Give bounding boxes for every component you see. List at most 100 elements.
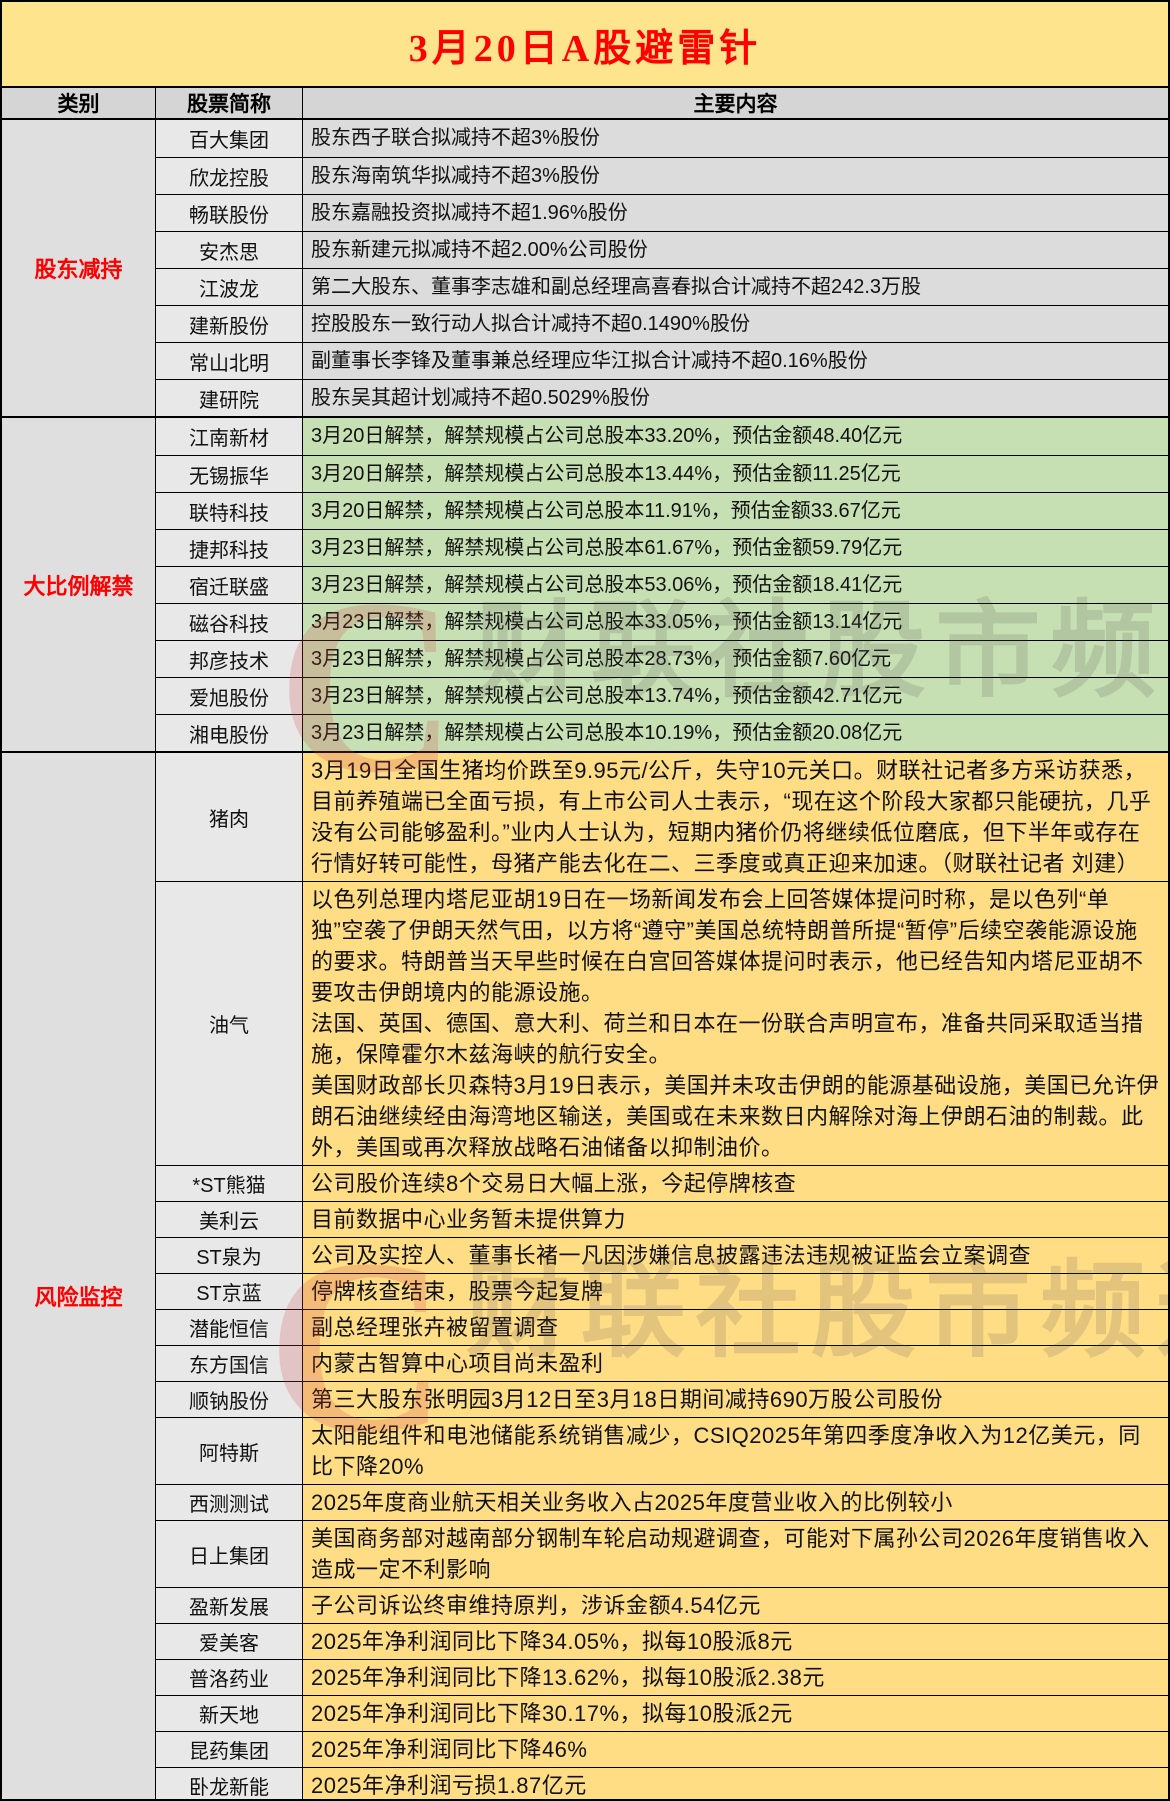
section-rows: 百大集团 股东西子联合拟减持不超3%股份 欣龙控股 股东海南筑华拟减持不超3%股份 畅联… — [156, 120, 1168, 416]
content-cell: 股东嘉融投资拟减持不超1.96%股份 — [303, 195, 1168, 231]
stock-name-cell: 盈新发展 — [156, 1588, 303, 1623]
stock-name-cell: 江南新材 — [156, 418, 303, 455]
table-row: 爱美客 2025年净利润同比下降34.05%，拟每10股派8元 — [156, 1623, 1168, 1659]
content-cell: 2025年度商业航天相关业务收入占2025年度营业收入的比例较小 — [303, 1485, 1168, 1520]
section: 风险监控 猪肉 3月19日全国生猪均价跌至9.95元/公斤，失守10元关口。财联社记… — [2, 753, 1168, 1799]
table-row: 卧龙新能 2025年净利润亏损1.87亿元 — [156, 1767, 1168, 1799]
stock-name-cell: 联特科技 — [156, 493, 303, 529]
stock-name-cell: 建新股份 — [156, 306, 303, 342]
table-row: 磁谷科技 3月23日解禁，解禁规模占公司总股本33.05%，预估金额13.14亿元 — [156, 603, 1168, 640]
stock-name-cell: 常山北明 — [156, 343, 303, 379]
content-cell: 美国商务部对越南部分钢制车轮启动规避调查，可能对下属孙公司2026年度销售收入造… — [303, 1521, 1168, 1587]
table-row: 建研院 股东吴其超计划减持不超0.5029%股份 — [156, 379, 1168, 416]
content-cell: 停牌核查结束，股票今起复牌 — [303, 1274, 1168, 1309]
table-row: 阿特斯 太阳能组件和电池储能系统销售减少，CSIQ2025年第四季度净收入为12亿… — [156, 1417, 1168, 1484]
stock-name-cell: 昆药集团 — [156, 1732, 303, 1767]
table-row: 畅联股份 股东嘉融投资拟减持不超1.96%股份 — [156, 194, 1168, 231]
stock-name-cell: 江波龙 — [156, 269, 303, 305]
table-row: 盈新发展 子公司诉讼终审维持原判，涉诉金额4.54亿元 — [156, 1587, 1168, 1623]
stock-name-cell: 无锡振华 — [156, 456, 303, 492]
category-cell: 大比例解禁 — [2, 418, 156, 751]
header-stock: 股票简称 — [156, 88, 303, 118]
content-cell: 第二大股东、董事李志雄和副总经理高喜春拟合计减持不超242.3万股 — [303, 269, 1168, 305]
table-header: 类别 股票简称 主要内容 — [2, 88, 1168, 120]
content-cell: 公司股价连续8个交易日大幅上涨，今起停牌核查 — [303, 1166, 1168, 1201]
table-row: 宿迁联盛 3月23日解禁，解禁规模占公司总股本53.06%，预估金额18.41亿元 — [156, 566, 1168, 603]
table-row: 江南新材 3月20日解禁，解禁规模占公司总股本33.20%，预估金额48.40亿元 — [156, 418, 1168, 455]
content-cell: 股东新建元拟减持不超2.00%公司股份 — [303, 232, 1168, 268]
content-cell: 2025年净利润同比下降34.05%，拟每10股派8元 — [303, 1624, 1168, 1659]
content-cell: 副总经理张卉被留置调查 — [303, 1310, 1168, 1345]
stock-name-cell: ST京蓝 — [156, 1274, 303, 1309]
content-cell: 太阳能组件和电池储能系统销售减少，CSIQ2025年第四季度净收入为12亿美元，… — [303, 1418, 1168, 1484]
stock-name-cell: 潜能恒信 — [156, 1310, 303, 1345]
content-cell: 副董事长李锋及董事兼总经理应华江拟合计减持不超0.16%股份 — [303, 343, 1168, 379]
content-cell: 3月19日全国生猪均价跌至9.95元/公斤，失守10元关口。财联社记者多方采访获… — [303, 753, 1168, 881]
table-row: 湘电股份 3月23日解禁，解禁规模占公司总股本10.19%，预估金额20.08亿元 — [156, 714, 1168, 751]
section-rows: 猪肉 3月19日全国生猪均价跌至9.95元/公斤，失守10元关口。财联社记者多方采… — [156, 753, 1168, 1799]
content-cell: 2025年净利润同比下降13.62%，拟每10股派2.38元 — [303, 1660, 1168, 1695]
table-row: 东方国信 内蒙古智算中心项目尚未盈利 — [156, 1345, 1168, 1381]
table-row: 猪肉 3月19日全国生猪均价跌至9.95元/公斤，失守10元关口。财联社记者多方采… — [156, 753, 1168, 881]
content-cell: 3月23日解禁，解禁规模占公司总股本61.67%，预估金额59.79亿元 — [303, 530, 1168, 566]
stock-name-cell: 宿迁联盛 — [156, 567, 303, 603]
table-row: 西测测试 2025年度商业航天相关业务收入占2025年度营业收入的比例较小 — [156, 1484, 1168, 1520]
stock-name-cell: 邦彦技术 — [156, 641, 303, 677]
content-cell: 3月23日解禁，解禁规模占公司总股本33.05%，预估金额13.14亿元 — [303, 604, 1168, 640]
stock-name-cell: 顺钠股份 — [156, 1382, 303, 1417]
content-cell: 2025年净利润同比下降30.17%，拟每10股派2元 — [303, 1696, 1168, 1731]
stock-name-cell: 湘电股份 — [156, 715, 303, 751]
table-row: 百大集团 股东西子联合拟减持不超3%股份 — [156, 120, 1168, 157]
stock-name-cell: 建研院 — [156, 380, 303, 416]
table-row: 常山北明 副董事长李锋及董事兼总经理应华江拟合计减持不超0.16%股份 — [156, 342, 1168, 379]
stock-name-cell: *ST熊猫 — [156, 1166, 303, 1201]
section: 股东减持 百大集团 股东西子联合拟减持不超3%股份 欣龙控股 股东海南筑华拟减持不超3%… — [2, 120, 1168, 418]
table-body: 股东减持 百大集团 股东西子联合拟减持不超3%股份 欣龙控股 股东海南筑华拟减持不超3%… — [2, 120, 1168, 1799]
content-cell: 3月20日解禁，解禁规模占公司总股本13.44%，预估金额11.25亿元 — [303, 456, 1168, 492]
content-cell: 股东西子联合拟减持不超3%股份 — [303, 120, 1168, 157]
table-row: 江波龙 第二大股东、董事李志雄和副总经理高喜春拟合计减持不超242.3万股 — [156, 268, 1168, 305]
risk-alert-table: 3月20日A股避雷针 类别 股票简称 主要内容 股东减持 百大集团 股东西子联合拟减… — [0, 0, 1170, 1801]
table-row: 无锡振华 3月20日解禁，解禁规模占公司总股本13.44%，预估金额11.25亿元 — [156, 455, 1168, 492]
content-cell: 3月20日解禁，解禁规模占公司总股本33.20%，预估金额48.40亿元 — [303, 418, 1168, 455]
stock-name-cell: 油气 — [156, 882, 303, 1165]
stock-name-cell: 猪肉 — [156, 753, 303, 881]
stock-name-cell: 爱美客 — [156, 1624, 303, 1659]
section-rows: 江南新材 3月20日解禁，解禁规模占公司总股本33.20%，预估金额48.40亿元… — [156, 418, 1168, 751]
table-row: ST京蓝 停牌核查结束，股票今起复牌 — [156, 1273, 1168, 1309]
content-cell: 2025年净利润亏损1.87亿元 — [303, 1768, 1168, 1799]
table-row: 联特科技 3月20日解禁，解禁规模占公司总股本11.91%，预估金额33.67亿元 — [156, 492, 1168, 529]
content-cell: 3月20日解禁，解禁规模占公司总股本11.91%，预估金额33.67亿元 — [303, 493, 1168, 529]
stock-name-cell: 新天地 — [156, 1696, 303, 1731]
table-row: 顺钠股份 第三大股东张明园3月12日至3月18日期间减持690万股公司股份 — [156, 1381, 1168, 1417]
stock-name-cell: 普洛药业 — [156, 1660, 303, 1695]
stock-name-cell: 磁谷科技 — [156, 604, 303, 640]
header-category: 类别 — [2, 88, 156, 118]
content-cell: 股东海南筑华拟减持不超3%股份 — [303, 158, 1168, 194]
content-cell: 公司及实控人、董事长褚一凡因涉嫌信息披露违法违规被证监会立案调查 — [303, 1238, 1168, 1273]
table-row: 爱旭股份 3月23日解禁，解禁规模占公司总股本13.74%，预估金额42.71亿元 — [156, 677, 1168, 714]
stock-name-cell: 捷邦科技 — [156, 530, 303, 566]
category-cell: 风险监控 — [2, 753, 156, 1799]
content-cell: 内蒙古智算中心项目尚未盈利 — [303, 1346, 1168, 1381]
title-bar: 3月20日A股避雷针 — [2, 2, 1168, 88]
content-cell: 3月23日解禁，解禁规模占公司总股本53.06%，预估金额18.41亿元 — [303, 567, 1168, 603]
table-row: 安杰思 股东新建元拟减持不超2.00%公司股份 — [156, 231, 1168, 268]
table-row: 普洛药业 2025年净利润同比下降13.62%，拟每10股派2.38元 — [156, 1659, 1168, 1695]
table-row: 美利云 目前数据中心业务暂未提供算力 — [156, 1201, 1168, 1237]
table-row: ST泉为 公司及实控人、董事长褚一凡因涉嫌信息披露违法违规被证监会立案调查 — [156, 1237, 1168, 1273]
table-row: 建新股份 控股股东一致行动人拟合计减持不超0.1490%股份 — [156, 305, 1168, 342]
stock-name-cell: 畅联股份 — [156, 195, 303, 231]
stock-name-cell: 卧龙新能 — [156, 1768, 303, 1799]
table-row: 日上集团 美国商务部对越南部分钢制车轮启动规避调查，可能对下属孙公司2026年度销… — [156, 1520, 1168, 1587]
content-cell: 子公司诉讼终审维持原判，涉诉金额4.54亿元 — [303, 1588, 1168, 1623]
table-row: 捷邦科技 3月23日解禁，解禁规模占公司总股本61.67%，预估金额59.79亿元 — [156, 529, 1168, 566]
content-cell: 3月23日解禁，解禁规模占公司总股本10.19%，预估金额20.08亿元 — [303, 715, 1168, 751]
content-cell: 3月23日解禁，解禁规模占公司总股本13.74%，预估金额42.71亿元 — [303, 678, 1168, 714]
table-row: 油气 以色列总理内塔尼亚胡19日在一场新闻发布会上回答媒体提问时称，是以色列“单独… — [156, 881, 1168, 1165]
stock-name-cell: 百大集团 — [156, 120, 303, 157]
section: 大比例解禁 江南新材 3月20日解禁，解禁规模占公司总股本33.20%，预估金额48… — [2, 418, 1168, 753]
stock-name-cell: 东方国信 — [156, 1346, 303, 1381]
content-cell: 目前数据中心业务暂未提供算力 — [303, 1202, 1168, 1237]
stock-name-cell: ST泉为 — [156, 1238, 303, 1273]
